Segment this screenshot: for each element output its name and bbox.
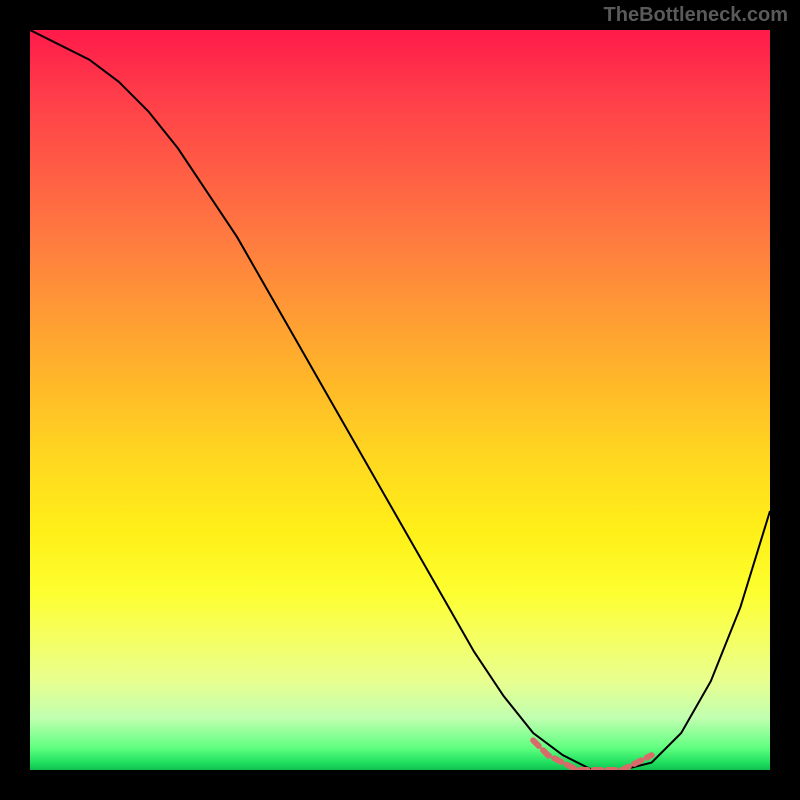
optimal-range-highlight — [533, 740, 651, 770]
watermark-text: TheBottleneck.com — [604, 4, 788, 27]
bottleneck-curve-line — [30, 30, 770, 770]
chart-plot-area — [30, 30, 770, 770]
chart-svg — [30, 30, 770, 770]
